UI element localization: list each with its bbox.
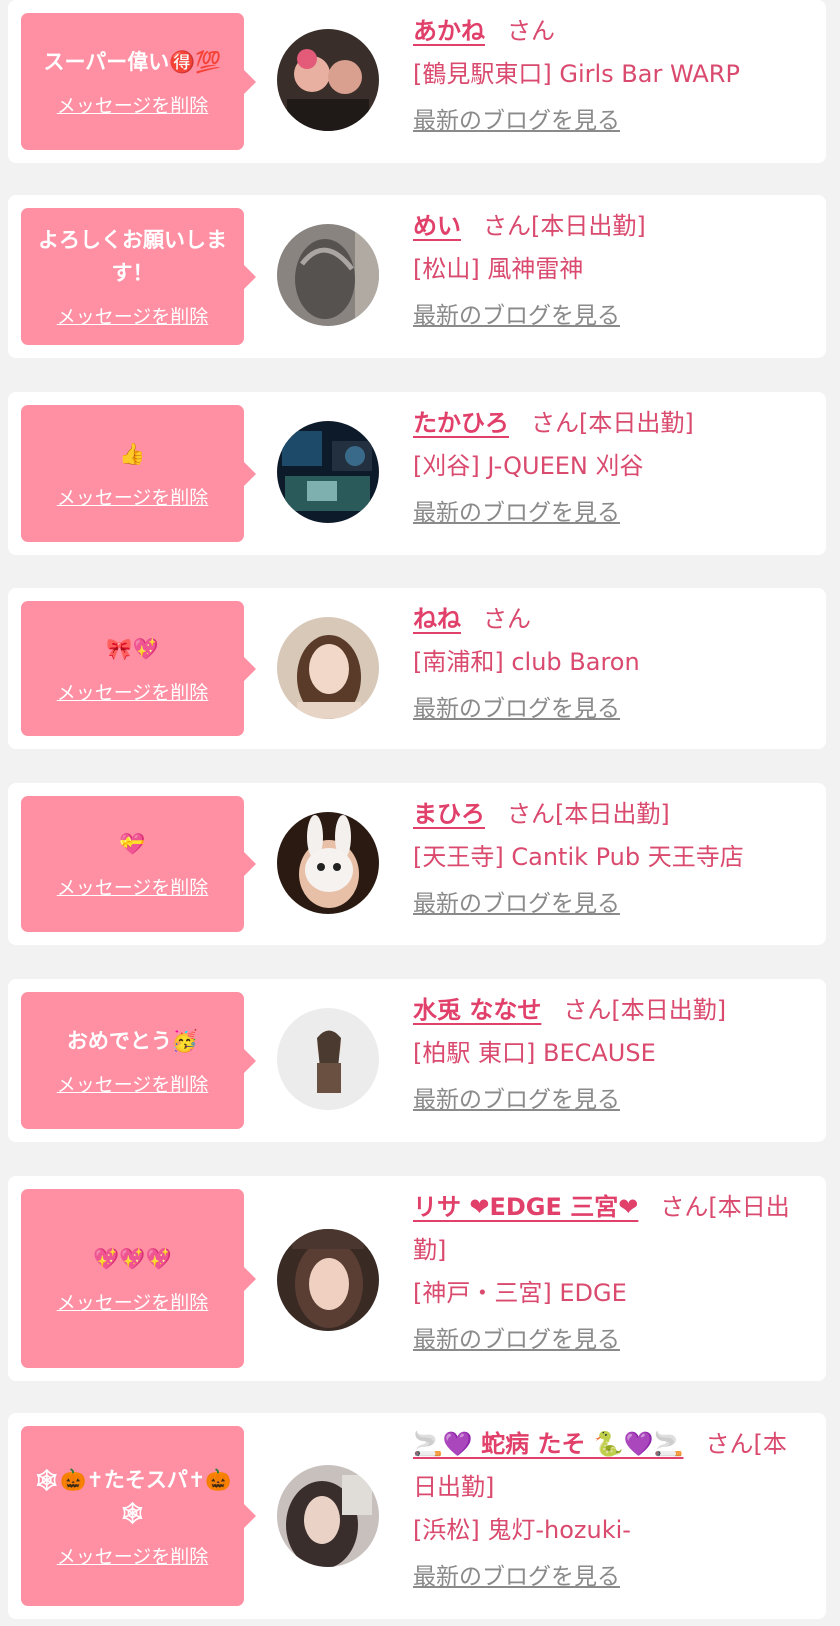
honorific: さん [705, 1430, 754, 1458]
message-bubble: おめでとう🥳 メッセージを削除 [21, 992, 256, 1129]
shop-name: [神戸・三宮] EDGE [413, 1279, 627, 1307]
blog-link[interactable]: 最新のブログを見る [413, 688, 806, 731]
avatar-photo-icon [277, 812, 379, 914]
delete-message-link[interactable]: メッセージを削除 [57, 678, 209, 705]
attendance-status: [本日出勤] [531, 212, 646, 240]
message-bubble: スーパー偉い🉐💯 メッセージを削除 [21, 13, 256, 150]
message-card: 💖💖💖 メッセージを削除 リサ ❤EDGE 三宮❤ さん[本日出勤] [神戸・三宮… [8, 1176, 826, 1381]
message-bubble: 💝 メッセージを削除 [21, 796, 256, 932]
message-card: 🕸🎃✝たそスパ✝🎃🕸 メッセージを削除 🚬💜 蛇病 たそ 🐍💜🚬 さん[本日出勤]… [8, 1413, 826, 1619]
honorific: さん [531, 409, 579, 437]
avatar-photo-icon [277, 29, 379, 131]
avatar[interactable] [277, 812, 379, 914]
blog-link[interactable]: 最新のブログを見る [413, 883, 806, 926]
message-bubble: 🕸🎃✝たそスパ✝🎃🕸 メッセージを削除 [21, 1426, 256, 1606]
honorific: さん [563, 996, 612, 1024]
host-name-link[interactable]: ねね [413, 605, 461, 633]
message-text: スーパー偉い🉐💯 [43, 49, 222, 74]
avatar[interactable] [277, 1008, 379, 1110]
shop-name: [南浦和] club Baron [413, 648, 640, 676]
avatar[interactable] [277, 29, 379, 131]
message-text: 🕸🎃✝たそスパ✝🎃🕸 [33, 1467, 232, 1525]
avatar[interactable] [277, 421, 379, 523]
avatar[interactable] [277, 1465, 379, 1567]
message-text: 💝 [119, 832, 146, 856]
message-card: 👍 メッセージを削除 たかひろ さん[本日出勤] [刈谷] J-QUEEN 刈谷 … [8, 392, 826, 555]
message-card: 💝 メッセージを削除 まひろ さん[本日出勤] [天王寺] Cantik Pub … [8, 783, 826, 945]
honorific: さん [507, 17, 555, 45]
host-name-link[interactable]: 水兎 ななせ [413, 996, 541, 1024]
blog-link[interactable]: 最新のブログを見る [413, 1319, 806, 1362]
shop-name: [松山] 風神雷神 [413, 255, 584, 283]
host-name-link[interactable]: まひろ [413, 800, 485, 828]
delete-message-link[interactable]: メッセージを削除 [57, 302, 209, 329]
blog-link[interactable]: 最新のブログを見る [413, 1556, 806, 1599]
message-card: 🎀💖 メッセージを削除 ねね さん [南浦和] club Baron 最新のブログ… [8, 588, 826, 749]
avatar-photo-icon [277, 1465, 379, 1567]
host-info: ねね さん [南浦和] club Baron 最新のブログを見る [413, 598, 806, 731]
avatar-photo-icon [277, 1008, 379, 1110]
host-info: めい さん[本日出勤] [松山] 風神雷神 最新のブログを見る [413, 205, 806, 338]
host-info: まひろ さん[本日出勤] [天王寺] Cantik Pub 天王寺店 最新のブログ… [413, 793, 806, 926]
honorific: さん [660, 1193, 709, 1221]
delete-message-link[interactable]: メッセージを削除 [57, 1542, 209, 1569]
blog-link[interactable]: 最新のブログを見る [413, 295, 806, 338]
delete-message-link[interactable]: メッセージを削除 [57, 483, 209, 510]
avatar-photo-icon [277, 617, 379, 719]
avatar-photo-icon [277, 224, 379, 326]
blog-link[interactable]: 最新のブログを見る [413, 492, 806, 535]
message-text: おめでとう🥳 [66, 1028, 199, 1053]
message-bubble: よろしくお願いします！ メッセージを削除 [21, 208, 256, 345]
avatar[interactable] [277, 617, 379, 719]
message-card: スーパー偉い🉐💯 メッセージを削除 あかね さん [鶴見駅東口] Girls Ba… [8, 0, 826, 163]
message-text: 💖💖💖 [93, 1246, 172, 1271]
message-bubble: 👍 メッセージを削除 [21, 405, 256, 542]
attendance-status: [本日出勤] [579, 409, 694, 437]
message-card: よろしくお願いします！ メッセージを削除 めい さん[本日出勤] [松山] 風神雷… [8, 195, 826, 358]
honorific: さん [507, 800, 555, 828]
host-name-link[interactable]: たかひろ [413, 409, 509, 437]
avatar-photo-icon [277, 421, 379, 523]
delete-message-link[interactable]: メッセージを削除 [57, 873, 209, 900]
host-info: たかひろ さん[本日出勤] [刈谷] J-QUEEN 刈谷 最新のブログを見る [413, 402, 806, 535]
blog-link[interactable]: 最新のブログを見る [413, 100, 806, 143]
host-name-link[interactable]: 🚬💜 蛇病 たそ 🐍💜🚬 [413, 1430, 683, 1458]
shop-name: [天王寺] Cantik Pub 天王寺店 [413, 843, 744, 871]
honorific: さん [483, 212, 531, 240]
shop-name: [刈谷] J-QUEEN 刈谷 [413, 452, 644, 480]
delete-message-link[interactable]: メッセージを削除 [57, 1070, 209, 1097]
attendance-status: [本日出勤] [555, 800, 670, 828]
host-info: 🚬💜 蛇病 たそ 🐍💜🚬 さん[本日出勤] [浜松] 鬼灯-hozuki- 最新の… [413, 1423, 806, 1599]
host-name-link[interactable]: あかね [413, 17, 485, 45]
blog-link[interactable]: 最新のブログを見る [413, 1079, 806, 1122]
host-name-link[interactable]: めい [413, 212, 461, 240]
attendance-status: [本日出勤] [611, 996, 727, 1024]
message-text: よろしくお願いします！ [38, 228, 227, 285]
host-info: あかね さん [鶴見駅東口] Girls Bar WARP 最新のブログを見る [413, 10, 806, 143]
message-bubble: 💖💖💖 メッセージを削除 [21, 1189, 256, 1368]
shop-name: [柏駅 東口] BECAUSE [413, 1039, 656, 1067]
host-info: 水兎 ななせ さん[本日出勤] [柏駅 東口] BECAUSE 最新のブログを見る [413, 989, 806, 1122]
message-card: おめでとう🥳 メッセージを削除 水兎 ななせ さん[本日出勤] [柏駅 東口] B… [8, 979, 826, 1142]
delete-message-link[interactable]: メッセージを削除 [57, 91, 209, 118]
avatar[interactable] [277, 224, 379, 326]
message-bubble: 🎀💖 メッセージを削除 [21, 601, 256, 736]
shop-name: [鶴見駅東口] Girls Bar WARP [413, 60, 740, 88]
message-text: 🎀💖 [106, 636, 159, 661]
shop-name: [浜松] 鬼灯-hozuki- [413, 1516, 631, 1544]
avatar-photo-icon [277, 1229, 379, 1331]
delete-message-link[interactable]: メッセージを削除 [57, 1288, 209, 1315]
honorific: さん [483, 605, 531, 633]
message-text: 👍 [119, 441, 146, 466]
host-name-link[interactable]: リサ ❤EDGE 三宮❤ [413, 1193, 638, 1221]
avatar[interactable] [277, 1229, 379, 1331]
host-info: リサ ❤EDGE 三宮❤ さん[本日出勤] [神戸・三宮] EDGE 最新のブログ… [413, 1186, 806, 1362]
